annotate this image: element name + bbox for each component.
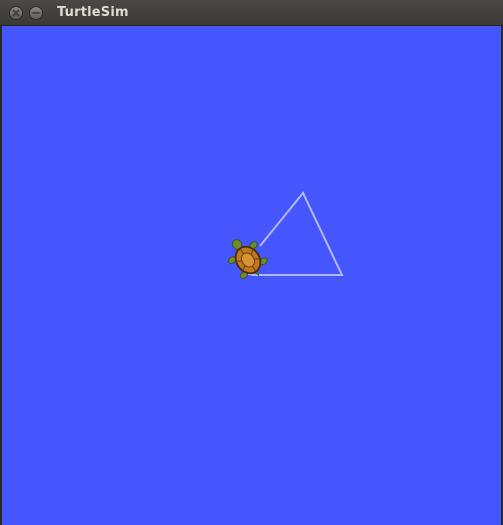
turtle-canvas xyxy=(2,26,501,525)
minimize-button[interactable] xyxy=(29,6,43,20)
minimize-icon xyxy=(32,12,40,14)
window-titlebar[interactable]: TurtleSim xyxy=(0,0,503,26)
turtlesim-window: TurtleSim xyxy=(0,0,503,525)
close-icon xyxy=(12,9,20,17)
canvas-drawing xyxy=(227,191,344,279)
window-title: TurtleSim xyxy=(57,5,129,20)
close-button[interactable] xyxy=(9,6,23,20)
